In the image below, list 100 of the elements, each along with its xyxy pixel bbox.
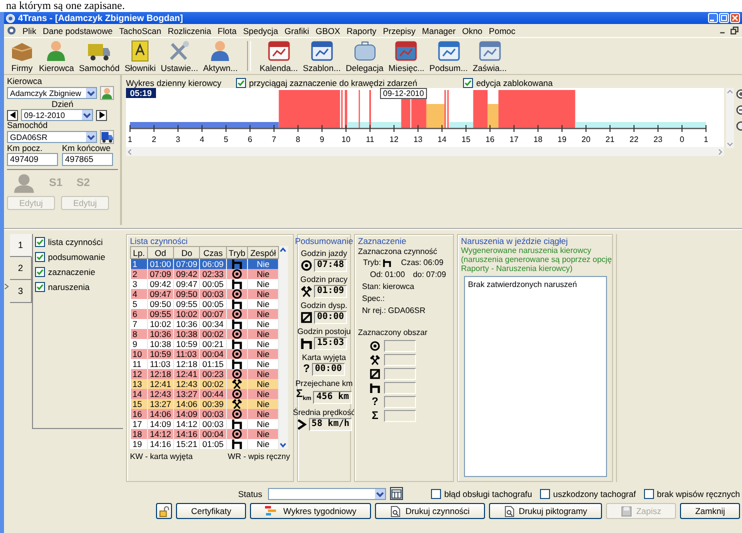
- footer-button[interactable]: Wykres tygodniowy: [250, 503, 372, 519]
- toolbar-button[interactable]: Aktywn...: [201, 39, 240, 73]
- group-title: Naruszenia w jeździe ciągłej: [461, 236, 569, 246]
- menu-item[interactable]: Pomoc: [488, 26, 516, 36]
- table-row[interactable]: 3 09:42 09:47 00:05 Nie: [130, 279, 278, 289]
- menu-item[interactable]: GBOX: [316, 26, 340, 36]
- summary-value: 01:09: [314, 285, 348, 298]
- value-field[interactable]: [384, 368, 416, 380]
- menu-item[interactable]: Manager: [422, 26, 456, 36]
- side-tab[interactable]: 2: [10, 257, 32, 280]
- km-field[interactable]: 497865: [62, 153, 113, 166]
- arrow-up-icon[interactable]: [278, 246, 287, 254]
- value-field[interactable]: [384, 340, 416, 352]
- footer-button[interactable]: Drukuj piktogramy: [488, 503, 602, 519]
- list-item[interactable]: Brak zatwierdzonych naruszeń: [468, 280, 577, 289]
- column-header[interactable]: Czas: [200, 246, 226, 258]
- toolbar-button[interactable]: Ustawie...: [158, 39, 200, 73]
- table-row[interactable]: 19 14:16 15:21 01:05 Nie: [130, 439, 278, 449]
- menu-item[interactable]: Spedycja: [243, 26, 278, 36]
- checkbox[interactable]: [35, 282, 45, 292]
- toolbar-button[interactable]: Miesięc...: [386, 39, 426, 73]
- menu-item[interactable]: Przepisy: [382, 26, 416, 36]
- vehicle-dropdown[interactable]: GDA06SR: [7, 131, 97, 143]
- table-row[interactable]: 15 13:27 14:06 00:39 Nie: [130, 399, 278, 409]
- column-header[interactable]: Tryb: [226, 246, 248, 258]
- toolbar-button[interactable]: Słowniki: [122, 39, 158, 73]
- document-icon: [478, 40, 502, 62]
- footer-button[interactable]: Drukuj czynności: [375, 503, 485, 519]
- column-header[interactable]: Zespół: [248, 246, 278, 258]
- close-button[interactable]: [730, 13, 740, 23]
- calendar-button[interactable]: [390, 487, 404, 500]
- checkbox[interactable]: [35, 237, 45, 247]
- table-row[interactable]: 14 12:43 13:27 00:44 Nie: [130, 389, 278, 399]
- column-header[interactable]: Do: [174, 246, 200, 258]
- value-field[interactable]: [384, 396, 416, 408]
- column-header[interactable]: Lp.: [130, 246, 148, 258]
- table-row[interactable]: 9 10:38 10:59 00:21 Nie: [130, 339, 278, 349]
- table-row[interactable]: 17 14:09 14:12 00:03 Nie: [130, 419, 278, 429]
- previous-button[interactable]: [7, 110, 18, 120]
- checkbox[interactable]: [236, 78, 246, 88]
- km-field[interactable]: 497409: [7, 153, 58, 166]
- column-header[interactable]: Od: [147, 246, 174, 258]
- table-row[interactable]: 10 10:59 11:03 00:04 Nie: [130, 349, 278, 359]
- restore-button[interactable]: [730, 26, 739, 35]
- driver-dropdown[interactable]: Adamczyk Zbigniew: [7, 87, 97, 99]
- toolbar-button[interactable]: Szablon...: [300, 39, 343, 73]
- minimize-button[interactable]: [708, 13, 718, 23]
- toolbar-button[interactable]: Delegacja: [344, 39, 386, 73]
- checkbox[interactable]: [540, 488, 550, 498]
- value-field[interactable]: [384, 410, 416, 422]
- table-row[interactable]: 2 07:09 09:42 02:33 Nie: [130, 269, 278, 279]
- side-tab[interactable]: 1: [10, 234, 32, 257]
- menu-item[interactable]: Dane podstawowe: [42, 26, 113, 36]
- table-row[interactable]: 12 12:18 12:41 00:23 Nie: [130, 369, 278, 379]
- vehicle-button[interactable]: [100, 130, 114, 144]
- table-row[interactable]: 18 14:12 14:16 00:04 Nie: [130, 429, 278, 439]
- menu-item[interactable]: Plik: [22, 26, 36, 36]
- next-button[interactable]: [96, 110, 107, 120]
- menu-item[interactable]: Flota: [218, 26, 237, 36]
- menu-item[interactable]: Grafiki: [284, 26, 310, 36]
- table-row[interactable]: 5 09:50 09:55 00:05 Nie: [130, 299, 278, 309]
- toolbar-button[interactable]: Samochód: [76, 39, 122, 73]
- checkbox[interactable]: [644, 488, 654, 498]
- value-field[interactable]: [384, 382, 416, 394]
- checkbox[interactable]: [35, 252, 45, 262]
- table-row[interactable]: 11 11:03 12:18 01:15 Nie: [130, 359, 278, 369]
- menu-item[interactable]: Raporty: [346, 26, 376, 36]
- table-row[interactable]: 8 10:36 10:38 00:02 Nie: [130, 329, 278, 339]
- footer-button[interactable]: Zamknij: [680, 503, 740, 519]
- toolbar-button[interactable]: Kierowca: [37, 39, 76, 73]
- arrow-down-icon[interactable]: [278, 441, 287, 449]
- bed-icon: [232, 279, 242, 289]
- menu-item[interactable]: Rozliczenia: [168, 26, 212, 36]
- chart-title: Wykres dzienny kierowcy: [126, 78, 222, 88]
- table-row[interactable]: 7 10:02 10:36 00:34 Nie: [130, 319, 278, 329]
- maximize-button[interactable]: [719, 13, 729, 23]
- field-label: Kierowca: [7, 77, 43, 86]
- table-row[interactable]: 13 12:41 12:43 00:02 Nie: [130, 379, 278, 389]
- date-dropdown[interactable]: 09-12-2010: [21, 109, 93, 121]
- lock-button[interactable]: [156, 503, 172, 519]
- checkbox[interactable]: [463, 78, 474, 88]
- axis-label: 17: [510, 135, 518, 144]
- side-tab[interactable]: 3: [10, 280, 32, 303]
- axis-label: 15: [462, 135, 470, 144]
- toolbar-button[interactable]: Kalenda...: [258, 39, 300, 73]
- menu-item[interactable]: Okno: [462, 26, 482, 36]
- table-row[interactable]: 16 14:06 14:09 00:03 Nie: [130, 409, 278, 419]
- driver-button[interactable]: [100, 86, 114, 100]
- toolbar-button[interactable]: Zaświa...: [470, 39, 509, 73]
- table-row[interactable]: 1 01:00 07:09 06:09 Nie: [130, 258, 278, 269]
- footer-button[interactable]: Certyfikaty: [176, 503, 246, 519]
- value-field[interactable]: [384, 354, 416, 366]
- toolbar-button[interactable]: Firmy: [8, 39, 36, 73]
- table-row[interactable]: 4 09:47 09:50 00:03 Nie: [130, 289, 278, 299]
- checkbox[interactable]: [431, 488, 442, 498]
- note-text: Raporty - Naruszenia kierowcy): [461, 264, 574, 273]
- toolbar-button[interactable]: Podsum...: [427, 39, 470, 73]
- table-row[interactable]: 6 09:55 10:02 00:07 Nie: [130, 309, 278, 319]
- checkbox[interactable]: [35, 267, 45, 277]
- menu-item[interactable]: TachoScan: [119, 26, 162, 36]
